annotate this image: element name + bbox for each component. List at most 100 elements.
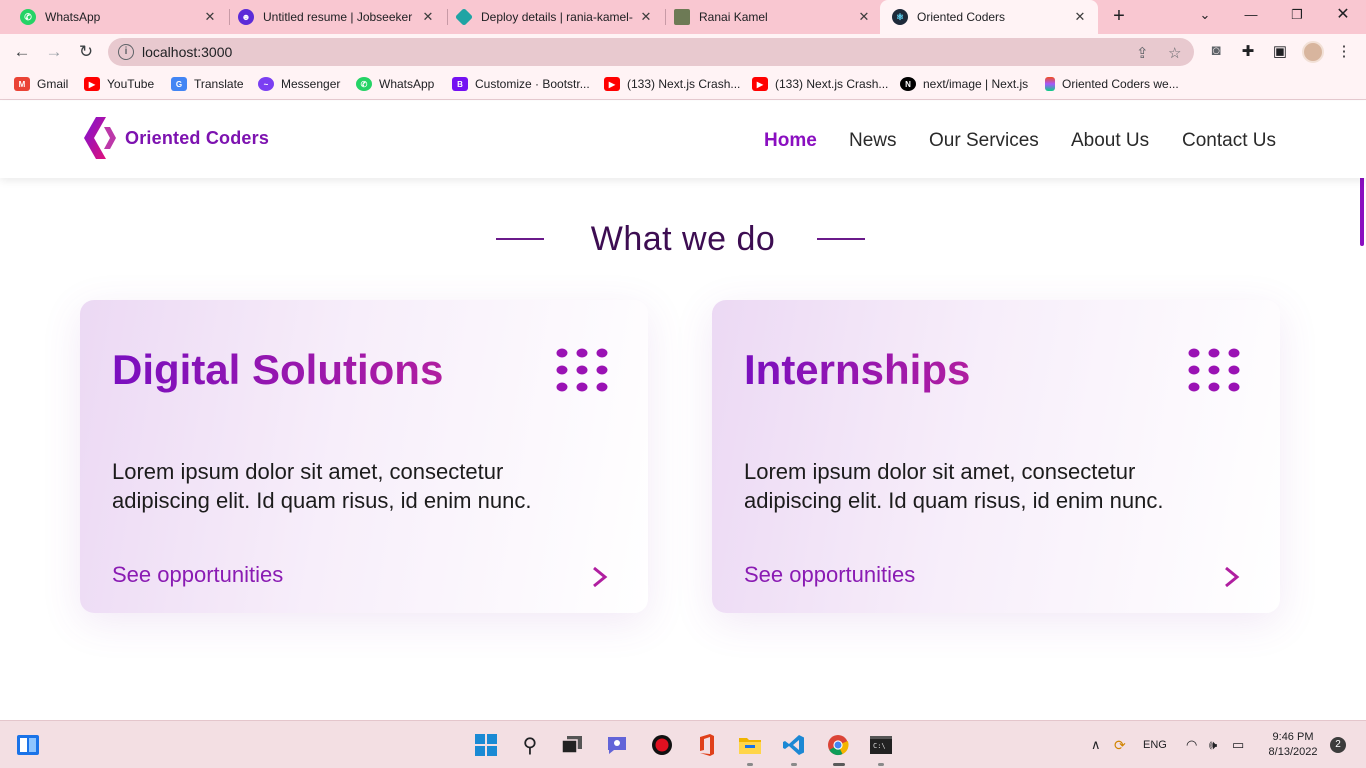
bookmark-nextjs-crash-2[interactable]: ▶ (133) Next.js Crash... bbox=[752, 77, 888, 91]
nextjs-icon: N bbox=[900, 77, 916, 91]
sync-icon[interactable]: ⟳ bbox=[1114, 737, 1126, 754]
close-icon[interactable]: ✕ bbox=[420, 9, 436, 25]
section-title: What we do bbox=[590, 220, 776, 258]
start-icon[interactable] bbox=[474, 733, 498, 757]
bookmark-translate[interactable]: G Translate bbox=[171, 77, 244, 91]
nav-our-services[interactable]: Our Services bbox=[929, 130, 1039, 152]
taskbar: ⚲ C:\ ∧ ⟳ ENG ◠ 🕪 ▭ 9:46 PM 8/13/2022 2 bbox=[0, 720, 1366, 768]
card-title: Internships bbox=[744, 346, 971, 393]
react-icon: ⚛ bbox=[892, 9, 908, 25]
card-description: Lorem ipsum dolor sit amet, consectetur … bbox=[744, 459, 1164, 513]
battery-icon[interactable]: ▭ bbox=[1232, 737, 1244, 753]
nav-home[interactable]: Home bbox=[764, 130, 817, 152]
bookmark-whatsapp[interactable]: ✆ WhatsApp bbox=[356, 77, 434, 91]
bookmark-label: YouTube bbox=[107, 77, 155, 91]
back-icon[interactable]: ← bbox=[10, 40, 34, 64]
notification-badge[interactable]: 2 bbox=[1330, 737, 1346, 753]
close-icon[interactable]: ✕ bbox=[856, 9, 872, 25]
youtube-icon: ▶ bbox=[752, 77, 768, 91]
service-card-internships: Internships Lorem ipsum dolor sit amet, … bbox=[712, 300, 1280, 613]
address-bar[interactable]: i localhost:3000 ⇪ ☆ bbox=[108, 38, 1194, 66]
tab-title: Ranai Kamel bbox=[699, 10, 768, 24]
nav-about-us[interactable]: About Us bbox=[1071, 130, 1149, 152]
whatsapp-icon: ✆ bbox=[20, 9, 36, 25]
section-heading: What we do bbox=[0, 218, 1366, 260]
tab-search-icon[interactable]: ⌄ bbox=[1182, 0, 1228, 30]
nav-contact-us[interactable]: Contact Us bbox=[1182, 130, 1276, 152]
terminal-icon[interactable]: C:\ bbox=[869, 733, 893, 757]
see-opportunities-link[interactable]: See opportunities bbox=[112, 562, 283, 588]
reload-icon[interactable]: ↻ bbox=[74, 40, 98, 64]
messenger-icon: ~ bbox=[258, 77, 274, 91]
volume-icon[interactable]: 🕪 bbox=[1209, 737, 1217, 753]
tab-title: Oriented Coders bbox=[917, 10, 1006, 24]
tab-oriented-coders[interactable]: ⚛ Oriented Coders ✕ bbox=[880, 0, 1098, 34]
chrome-icon[interactable] bbox=[826, 733, 850, 757]
bookmark-messenger[interactable]: ~ Messenger bbox=[258, 77, 340, 91]
bookmark-gmail[interactable]: M Gmail bbox=[14, 77, 68, 91]
bookmark-label: Translate bbox=[194, 77, 244, 91]
menu-icon[interactable]: ⋮ bbox=[1334, 42, 1354, 62]
file-explorer-icon[interactable] bbox=[738, 733, 762, 757]
restore-icon[interactable]: ❐ bbox=[1274, 0, 1320, 30]
language-indicator[interactable]: ENG bbox=[1143, 739, 1167, 751]
card-title: Digital Solutions bbox=[112, 346, 444, 393]
brand-name[interactable]: Oriented Coders bbox=[125, 128, 269, 149]
url-text[interactable]: localhost:3000 bbox=[142, 44, 232, 60]
tab-title: WhatsApp bbox=[45, 10, 101, 24]
card-description: Lorem ipsum dolor sit amet, consectetur … bbox=[112, 459, 532, 513]
svg-text:C:\: C:\ bbox=[873, 742, 886, 750]
minimize-icon[interactable]: — bbox=[1228, 0, 1274, 30]
see-opportunities-link[interactable]: See opportunities bbox=[744, 562, 915, 588]
close-icon[interactable]: ✕ bbox=[202, 9, 218, 25]
bookmark-label: (133) Next.js Crash... bbox=[627, 77, 741, 91]
dots-grid-icon bbox=[1188, 348, 1240, 392]
widgets-icon[interactable] bbox=[16, 733, 40, 757]
bookmark-label: WhatsApp bbox=[379, 77, 435, 91]
bookmark-label: next/image | Next.js bbox=[923, 77, 1029, 91]
tab-whatsapp[interactable]: ✆ WhatsApp ✕ bbox=[8, 0, 228, 34]
wifi-icon[interactable]: ◠ bbox=[1186, 737, 1197, 753]
time: 9:46 PM bbox=[1272, 731, 1314, 743]
arrow-right-icon[interactable] bbox=[540, 566, 608, 588]
bookmark-nextjs-crash-1[interactable]: ▶ (133) Next.js Crash... bbox=[604, 77, 740, 91]
bookmark-label: (133) Next.js Crash... bbox=[775, 77, 889, 91]
site-info-icon[interactable]: i bbox=[118, 44, 134, 60]
whatsapp-icon: ✆ bbox=[356, 77, 372, 91]
bookmark-youtube[interactable]: ▶ YouTube bbox=[84, 77, 154, 91]
clock[interactable]: 9:46 PM 8/13/2022 bbox=[1262, 730, 1324, 760]
tab-ranai-kamel[interactable]: Ranai Kamel ✕ bbox=[662, 0, 882, 34]
screenshot-icon[interactable]: ◙ bbox=[1206, 42, 1226, 62]
avatar[interactable] bbox=[1302, 41, 1324, 63]
netlify-icon bbox=[454, 7, 474, 27]
chat-icon[interactable] bbox=[605, 733, 629, 757]
search-icon[interactable]: ⚲ bbox=[518, 733, 542, 757]
bootstrap-icon: B bbox=[452, 77, 468, 91]
close-icon[interactable]: ✕ bbox=[1072, 9, 1088, 25]
show-hidden-icons-icon[interactable]: ∧ bbox=[1091, 737, 1101, 753]
youtube-icon: ▶ bbox=[84, 77, 100, 91]
new-tab-button[interactable]: + bbox=[1108, 6, 1130, 28]
tab-jobseeker[interactable]: ☻ Untitled resume | Jobseeker ✕ bbox=[226, 0, 446, 34]
gmail-icon: M bbox=[14, 77, 30, 91]
task-view-icon[interactable] bbox=[560, 733, 584, 757]
bookmark-star-icon[interactable]: ☆ bbox=[1168, 44, 1181, 62]
share-icon[interactable]: ⇪ bbox=[1136, 44, 1149, 62]
nav-news[interactable]: News bbox=[849, 130, 897, 152]
arrow-right-icon[interactable] bbox=[1172, 566, 1240, 588]
bookmark-oriented-coders-figma[interactable]: Oriented Coders we... bbox=[1045, 77, 1179, 91]
close-icon[interactable]: ✕ bbox=[638, 9, 654, 25]
close-window-icon[interactable]: ✕ bbox=[1320, 0, 1366, 30]
side-panel-icon[interactable]: ▣ bbox=[1270, 42, 1290, 62]
divider bbox=[817, 238, 865, 240]
tab-deploy-details[interactable]: Deploy details | rania-kamel- ✕ bbox=[444, 0, 664, 34]
office-icon[interactable] bbox=[694, 733, 718, 757]
bookmark-bootstrap[interactable]: B Customize · Bootstr... bbox=[452, 77, 590, 91]
vscode-icon[interactable] bbox=[782, 733, 806, 757]
forward-icon[interactable]: → bbox=[42, 40, 66, 64]
extensions-icon[interactable]: ✚ bbox=[1238, 42, 1258, 62]
bookmark-label: Oriented Coders we... bbox=[1062, 77, 1179, 91]
bookmark-next-image[interactable]: N next/image | Next.js bbox=[900, 77, 1028, 91]
record-icon[interactable] bbox=[650, 733, 674, 757]
logo-icon[interactable] bbox=[84, 115, 116, 161]
